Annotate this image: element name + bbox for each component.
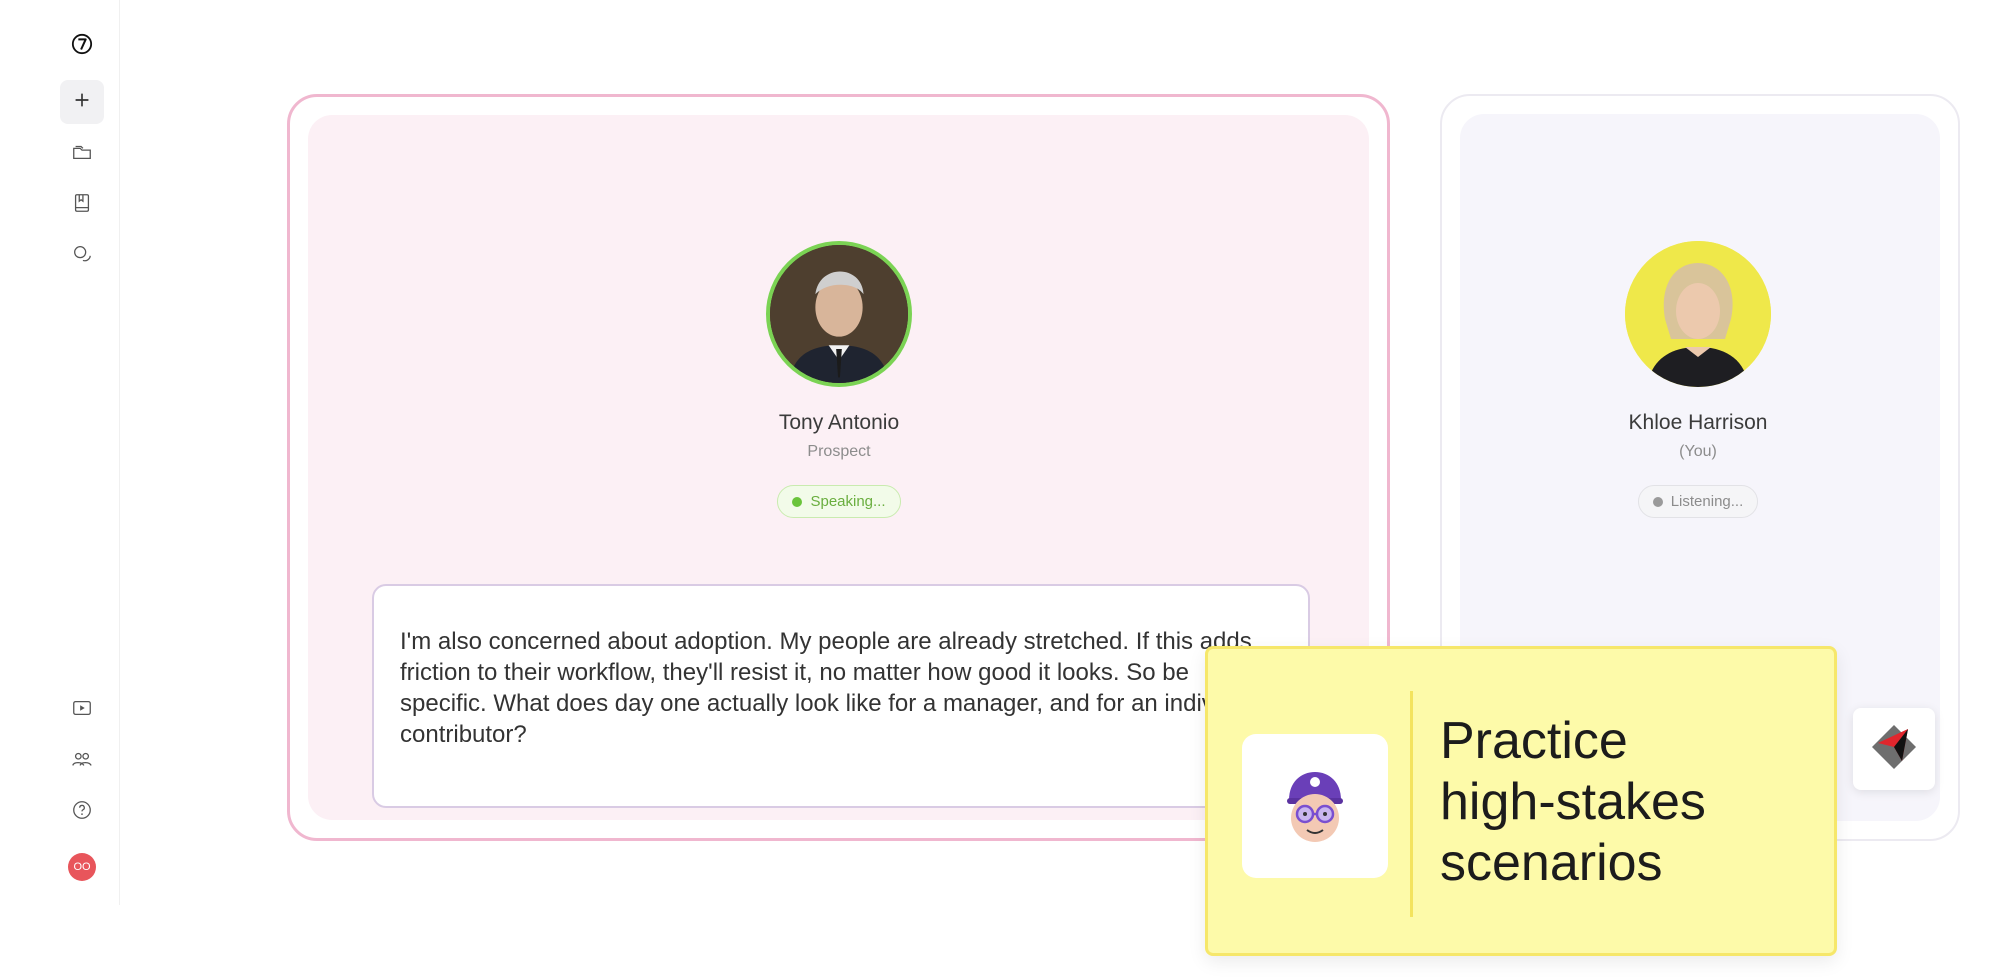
status-dot-icon bbox=[792, 496, 803, 507]
status-dot-icon bbox=[1652, 496, 1663, 507]
team-button[interactable] bbox=[60, 739, 104, 783]
help-button[interactable] bbox=[60, 790, 104, 834]
you-avatar bbox=[1625, 241, 1771, 387]
cursor-badge[interactable] bbox=[1853, 708, 1935, 790]
folder-button[interactable] bbox=[60, 132, 104, 176]
prospect-name: Tony Antonio bbox=[778, 411, 900, 434]
new-session-button[interactable] bbox=[60, 80, 104, 124]
help-icon bbox=[71, 799, 93, 826]
team-icon bbox=[71, 748, 93, 775]
status-label: Speaking... bbox=[810, 493, 886, 510]
promo-line-2: high-stakes bbox=[1440, 773, 1706, 831]
avatar: OO bbox=[68, 853, 96, 881]
chat-button[interactable] bbox=[60, 234, 104, 278]
speaking-status-badge: Speaking... bbox=[777, 485, 901, 518]
user-avatar-button[interactable]: OO bbox=[60, 845, 104, 889]
sidebar: OO bbox=[0, 0, 120, 905]
video-icon bbox=[71, 697, 93, 724]
library-button[interactable] bbox=[60, 183, 104, 227]
you-role: (You) bbox=[1679, 443, 1717, 460]
prospect-role: Prospect bbox=[807, 443, 871, 460]
prospect-avatar bbox=[766, 241, 912, 387]
plus-icon bbox=[71, 89, 93, 116]
you-name: Khloe Harrison bbox=[1628, 411, 1768, 434]
you-profile: Khloe Harrison (You) Listening... bbox=[1548, 226, 1848, 518]
promo-headline: Practice high-stakes scenarios bbox=[1440, 711, 1706, 894]
video-button[interactable] bbox=[60, 688, 104, 732]
status-label: Listening... bbox=[1670, 493, 1744, 510]
chat-icon bbox=[71, 243, 93, 270]
prospect-profile: Tony Antonio Prospect Speaking... bbox=[689, 226, 989, 518]
promo-line-1: Practice bbox=[1440, 712, 1628, 770]
promo-line-3: scenarios bbox=[1440, 834, 1663, 892]
promo-divider bbox=[1410, 691, 1413, 917]
listening-status-badge: Listening... bbox=[1637, 485, 1759, 518]
promo-overlay: Practice high-stakes scenarios bbox=[1205, 646, 1837, 956]
book-icon bbox=[71, 192, 93, 219]
app-root: OO Tony Antonio Prospect Speaking... Khl… bbox=[0, 0, 1999, 980]
pointer-cursor-icon bbox=[1864, 717, 1924, 782]
logo-icon[interactable] bbox=[60, 22, 104, 66]
folder-icon bbox=[71, 141, 93, 168]
mascot-avatar bbox=[1242, 734, 1388, 878]
transcript-box: I'm also concerned about adoption. My pe… bbox=[372, 584, 1310, 808]
